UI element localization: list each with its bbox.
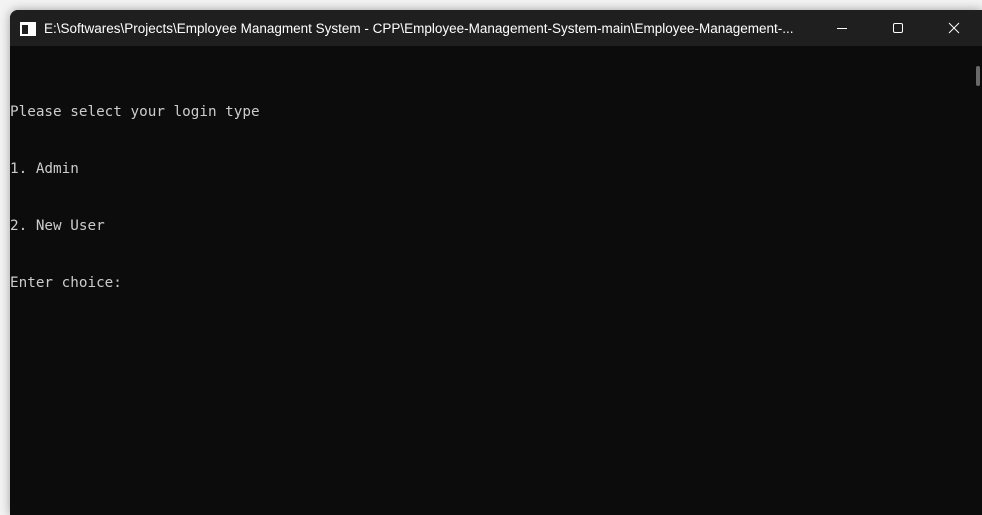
vertical-scrollbar[interactable] [970, 46, 982, 515]
console-output[interactable]: Please select your login type 1. Admin 2… [10, 46, 970, 515]
console-app-icon[interactable] [20, 21, 36, 36]
console-line-enter-choice: Enter choice: [10, 275, 122, 291]
console-line-option-new-user: 2. New User [10, 218, 105, 234]
console-window: E:\Softwares\Projects\Employee Managment… [10, 10, 982, 515]
maximize-icon [893, 23, 903, 33]
minimize-button[interactable] [814, 10, 870, 46]
close-button[interactable] [926, 10, 982, 46]
maximize-button[interactable] [870, 10, 926, 46]
title-bar[interactable]: E:\Softwares\Projects\Employee Managment… [10, 10, 982, 46]
window-title: E:\Softwares\Projects\Employee Managment… [44, 20, 794, 36]
close-icon [948, 22, 960, 34]
minimize-icon [837, 28, 847, 29]
caption-buttons [814, 10, 982, 46]
scrollbar-thumb[interactable] [976, 66, 980, 86]
console-line-prompt: Please select your login type [10, 104, 260, 120]
console-line-option-admin: 1. Admin [10, 161, 79, 177]
